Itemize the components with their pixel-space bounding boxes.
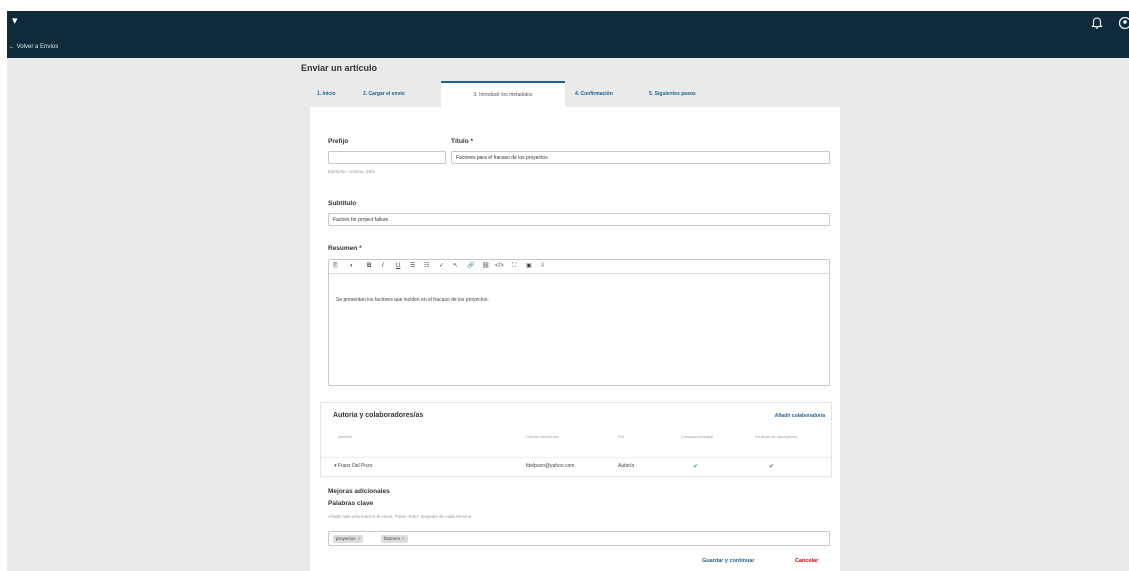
bold-button[interactable]: B — [367, 262, 371, 271]
link-icon[interactable]: 🔗 — [467, 262, 474, 271]
abstract-label: Resumen * — [328, 245, 362, 252]
clear-format-icon[interactable]: ◐ — [350, 262, 354, 271]
cancel-button[interactable]: Cancelar — [795, 558, 818, 564]
table-row[interactable]: ▾ Franz Del Pozo fdelpozo@yahoo.com Auto… — [321, 457, 831, 474]
abstract-text: Se presentan los factores que inciden en… — [336, 297, 489, 303]
copy-icon[interactable]: ⎘ — [333, 262, 338, 271]
contributors-title: Autoría y colaboradores/as — [333, 412, 424, 419]
browse-list-check-icon[interactable]: ✔ — [769, 463, 774, 470]
tab-cargar-envio[interactable]: 2. Cargar el envío — [363, 81, 405, 107]
column-header-name: Nombre — [338, 434, 353, 439]
user-icon[interactable] — [1118, 16, 1129, 30]
editor-toolbar: ⎘ ◐ B I U ☰ ☷ ✓ ↖ 🔗 ⛓ </> ⛶ ▣ ⇩ — [329, 260, 829, 274]
numbered-list-icon[interactable]: ☷ — [424, 262, 429, 271]
prefix-help: Ejemplos: Un/una, El/la — [328, 169, 375, 174]
primary-contact-check-icon[interactable]: ✔ — [693, 463, 698, 470]
unlink-icon[interactable]: ⛓ — [482, 262, 490, 271]
tab-inicio[interactable]: 1. Inicio — [317, 81, 336, 107]
prefix-input[interactable] — [328, 151, 446, 164]
keyword-tag: proyectos × — [333, 535, 364, 543]
add-contributor-button[interactable]: Añadir colaborador/a — [775, 413, 825, 419]
subscript-icon[interactable]: ↖ — [453, 262, 458, 271]
bell-icon[interactable] — [1090, 16, 1104, 30]
column-header-role: Rol — [618, 434, 625, 439]
remove-keyword-icon[interactable]: × — [358, 536, 361, 541]
save-and-continue-button[interactable]: Guardar y continuar — [702, 558, 755, 564]
subtitle-label: Subtítulo — [328, 200, 357, 207]
metadata-form: Prefijo Ejemplos: Un/una, El/la Título *… — [310, 107, 840, 571]
back-to-submissions-link[interactable]: ← Volver a Envíos — [9, 44, 58, 50]
column-header-primary-contact: Contacto principal — [681, 434, 714, 439]
prefix-label: Prefijo — [328, 138, 349, 145]
fullscreen-icon[interactable]: ⛶ — [512, 262, 516, 271]
code-icon[interactable]: </> — [495, 262, 504, 271]
keywords-input[interactable]: proyectos × factores × — [328, 531, 830, 546]
tab-siguientes-pasos[interactable]: 5. Siguientes pasos — [649, 81, 696, 107]
top-header: ▾ ← Volver a Envíos — [7, 11, 1129, 58]
contributor-role: Autor/a — [618, 463, 635, 469]
title-label: Título * — [451, 138, 474, 145]
contributors-panel: Autoría y colaboradores/as Añadir colabo… — [320, 402, 832, 477]
remove-keyword-icon[interactable]: × — [402, 536, 405, 541]
superscript-icon[interactable]: ✓ — [439, 262, 444, 271]
keyword-tag: factores × — [381, 535, 408, 543]
image-icon[interactable]: ▣ — [526, 262, 532, 271]
tab-confirmacion[interactable]: 4. Confirmación — [575, 81, 613, 107]
italic-button[interactable]: I — [382, 262, 384, 271]
subtitle-input[interactable]: Factors for project failure — [328, 213, 830, 226]
title-input[interactable]: Factores para el fracaso de los proyecto… — [451, 151, 830, 164]
contributor-name[interactable]: ▾ Franz Del Pozo — [334, 463, 372, 469]
tab-introducir-metadatos[interactable]: 3. Introducir los metadatos — [441, 81, 565, 109]
column-header-in-browse-lists: En listas de navegación — [755, 434, 798, 439]
keywords-help: Añadir más información al envío. Pulse "… — [328, 514, 473, 519]
additional-refinements-title: Mejoras adicionales — [328, 488, 390, 495]
contributor-email: fdelpozo@yahoo.com — [526, 463, 575, 469]
abstract-editor[interactable]: ⎘ ◐ B I U ☰ ☷ ✓ ↖ 🔗 ⛓ </> ⛶ ▣ ⇩ Se prese… — [328, 259, 830, 386]
wizard-tabs: 1. Inicio 2. Cargar el envío 3. Introduc… — [305, 81, 835, 109]
column-header-email: Correo electrónico — [526, 434, 559, 439]
upload-icon[interactable]: ⇩ — [540, 262, 545, 271]
app-window: ▾ ← Volver a Envíos Enviar un artículo 1… — [7, 11, 1129, 571]
underline-button[interactable]: U — [396, 262, 400, 271]
bullet-list-icon[interactable]: ☰ — [410, 262, 415, 271]
page-title: Enviar un artículo — [301, 63, 378, 73]
keywords-label: Palabras clave — [328, 500, 374, 507]
menu-toggle-icon[interactable]: ▾ — [12, 14, 18, 27]
